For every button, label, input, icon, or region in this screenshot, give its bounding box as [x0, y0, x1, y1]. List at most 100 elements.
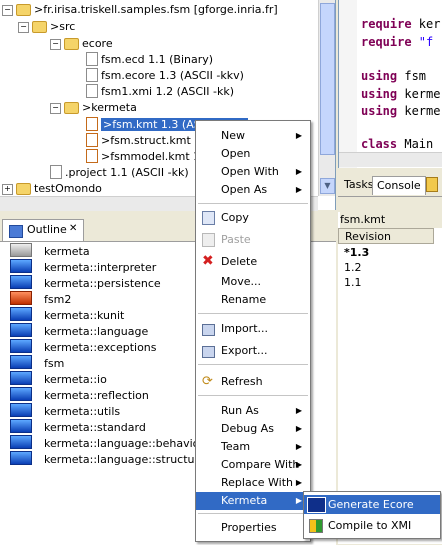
menu-item-properties[interactable]: Properties: [196, 519, 310, 537]
outline-item[interactable]: kermeta::language::structure: [10, 451, 206, 467]
ecore-label: ecore: [82, 37, 113, 50]
outline-item[interactable]: kermeta::exceptions: [10, 339, 157, 355]
outline-item-label: kermeta::standard: [44, 421, 146, 434]
context-menu: New ▶ Open Open With ▶ Open As ▶ Copy Paste…: [195, 120, 311, 542]
outline-item[interactable]: kermeta::reflection: [10, 387, 149, 403]
tree-row-kermeta[interactable]: − >kermeta: [50, 100, 137, 116]
file-label: fsm.ecd 1.1 (Binary): [101, 53, 214, 66]
menu-item-open[interactable]: Open: [196, 145, 310, 163]
code-line: require ker: [361, 16, 440, 32]
code-text: fsm: [397, 69, 427, 83]
menu-label: Open With: [221, 165, 279, 178]
tab-console[interactable]: Console: [372, 176, 426, 195]
revision-row[interactable]: 1.1: [344, 275, 362, 290]
file-label: fsm.ecore 1.3 (ASCII -kkv): [101, 69, 244, 82]
menu-item-compare-with[interactable]: Compare With ▶: [196, 456, 310, 474]
tree-row-fsm-ecore[interactable]: fsm.ecore 1.3 (ASCII -kkv): [86, 68, 244, 84]
tree-row-src[interactable]: − >src: [18, 19, 75, 35]
menu-label: New: [221, 129, 245, 142]
code-line: require "f: [361, 34, 433, 50]
package-icon: [10, 403, 32, 417]
menu-label: Copy: [221, 211, 249, 224]
collapse-toggle[interactable]: −: [50, 39, 61, 50]
outline-item[interactable]: kermeta::interpreter: [10, 259, 156, 275]
package-icon: [10, 323, 32, 337]
tree-row-project-file[interactable]: .project 1.1 (ASCII -kk): [50, 165, 189, 181]
menu-item-new[interactable]: New ▶: [196, 127, 310, 145]
tree-row-fsm-ecd[interactable]: fsm.ecd 1.1 (Binary): [86, 52, 213, 68]
menu-label: Import...: [221, 322, 268, 335]
menu-item-generate-ecore[interactable]: Generate Ecore: [304, 495, 440, 514]
outline-item[interactable]: kermeta::io: [10, 371, 107, 387]
menu-item-copy[interactable]: Copy: [196, 209, 310, 227]
file-label: >fsm.struct.kmt 1.: [101, 134, 205, 147]
menu-item-open-as[interactable]: Open As ▶: [196, 181, 310, 199]
outline-item[interactable]: kermeta::language::behavior: [10, 435, 204, 451]
tree-row-testomondo[interactable]: + testOmondo: [2, 181, 102, 197]
delete-icon: ✖: [202, 253, 214, 269]
revision-row[interactable]: 1.2: [344, 260, 362, 275]
outline-item[interactable]: fsm2: [10, 291, 71, 307]
right-tab-strip: Tasks Console: [338, 170, 442, 197]
tree-row-fsm-struct[interactable]: >fsm.struct.kmt 1.: [86, 133, 205, 149]
outline-item[interactable]: kermeta::utils: [10, 403, 120, 419]
revision-file-label: fsm.kmt: [340, 212, 442, 228]
menu-item-delete[interactable]: ✖ Delete: [196, 253, 310, 271]
menu-item-refresh[interactable]: ⟳ Refresh: [196, 373, 310, 391]
outline-item[interactable]: kermeta::standard: [10, 419, 146, 435]
close-icon[interactable]: ✕: [69, 223, 77, 234]
tree-row-fsmmodel[interactable]: >fsmmodel.kmt 1.2: [86, 149, 211, 165]
history-view-icon[interactable]: [426, 177, 438, 192]
tab-outline[interactable]: Outline ✕: [2, 219, 84, 242]
keyword: using: [361, 104, 398, 118]
revision-column-header[interactable]: Revision: [338, 228, 434, 244]
tree-row-ecore[interactable]: − ecore: [50, 36, 113, 52]
package-icon: [10, 291, 32, 305]
outline-tab-label: Outline: [27, 223, 67, 236]
menu-item-open-with[interactable]: Open With ▶: [196, 163, 310, 181]
outline-item[interactable]: kermeta::kunit: [10, 307, 124, 323]
code-text: kerme: [397, 104, 441, 118]
collapse-toggle[interactable]: −: [50, 103, 61, 114]
menu-label: Compare With: [221, 458, 300, 471]
menu-item-team[interactable]: Team ▶: [196, 438, 310, 456]
code-editor[interactable]: require ker require "f using fsm using k…: [338, 0, 442, 168]
outline-item[interactable]: fsm: [10, 355, 64, 371]
keyword: require: [361, 17, 412, 31]
tree-row-project[interactable]: − >fr.irisa.triskell.samples.fsm [gforge.…: [2, 2, 278, 18]
menu-item-kermeta[interactable]: Kermeta ▶: [196, 492, 310, 510]
expand-toggle[interactable]: +: [2, 184, 13, 195]
project-folder-icon: [16, 4, 31, 16]
menu-item-replace-with[interactable]: Replace With ▶: [196, 474, 310, 492]
code-text: ker: [411, 17, 441, 31]
editor-horizontal-scrollbar[interactable]: [339, 152, 442, 167]
vertical-scrollbar[interactable]: ▼: [318, 0, 335, 196]
menu-item-compile-xmi[interactable]: Compile to XMI: [304, 516, 440, 535]
outline-item[interactable]: kermeta::language: [10, 323, 148, 339]
kmt-file-icon: [86, 149, 98, 163]
menu-label: Rename: [221, 293, 267, 306]
menu-item-run-as[interactable]: Run As ▶: [196, 402, 310, 420]
import-icon: [202, 324, 215, 336]
menu-item-rename[interactable]: Rename: [196, 291, 310, 309]
collapse-toggle[interactable]: −: [18, 22, 29, 33]
menu-item-import[interactable]: Import...: [196, 320, 310, 338]
menu-label: Debug As: [221, 422, 274, 435]
menu-item-move[interactable]: Move...: [196, 273, 310, 291]
menu-label: Refresh: [221, 375, 263, 388]
outline-item[interactable]: kermeta::persistence: [10, 275, 161, 291]
scroll-down-button[interactable]: ▼: [320, 178, 335, 194]
menu-item-export[interactable]: Export...: [196, 342, 310, 360]
file-icon: [86, 52, 98, 66]
code-line: using kerme: [361, 103, 440, 119]
outline-item-label: kermeta::io: [44, 373, 107, 386]
menu-item-debug-as[interactable]: Debug As ▶: [196, 420, 310, 438]
scrollbar-thumb[interactable]: [320, 3, 335, 155]
tree-row-fsm1-xmi[interactable]: fsm1.xmi 1.2 (ASCII -kk): [86, 84, 234, 100]
folder-icon: [64, 38, 79, 50]
outline-item[interactable]: kermeta: [10, 243, 90, 259]
revision-row[interactable]: *1.3: [344, 245, 369, 260]
code-text: kerme: [397, 87, 441, 101]
collapse-toggle[interactable]: −: [2, 5, 13, 16]
menu-label: Open As: [221, 183, 268, 196]
